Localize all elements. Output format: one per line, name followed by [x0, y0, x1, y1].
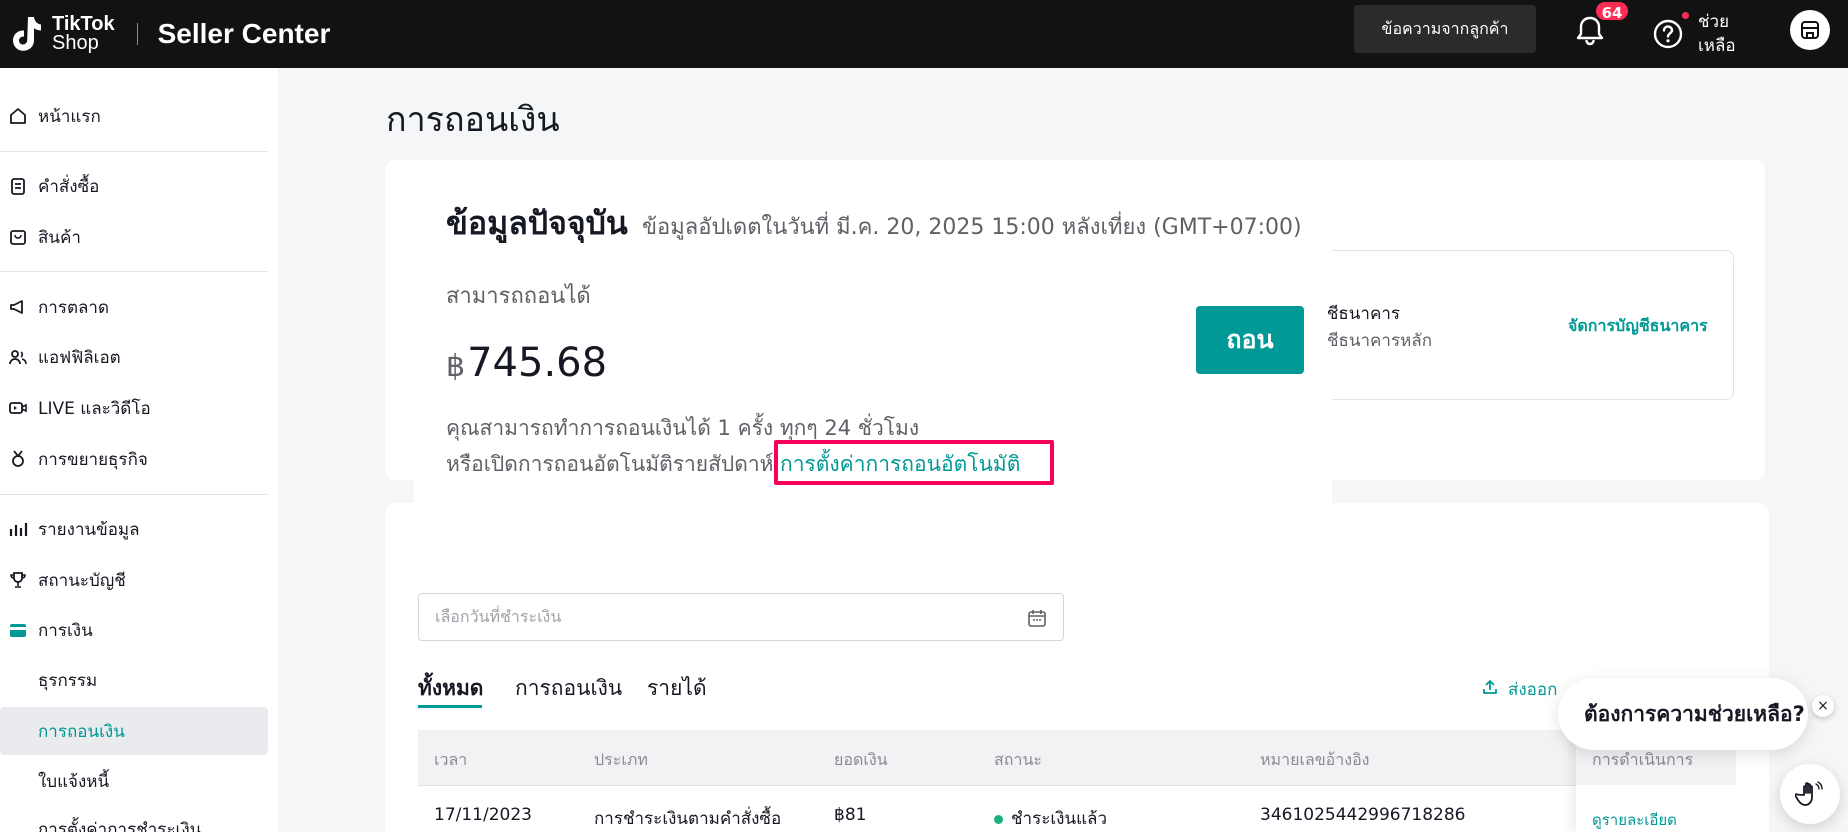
sidebar-item-label: การขยายธุรกิจ: [38, 449, 148, 470]
sidebar-subitem-invoices[interactable]: ใบแจ้งหนี้: [0, 757, 268, 805]
current-info-title: ข้อมูลปัจจุบัน: [446, 204, 628, 242]
tab-all[interactable]: ทั้งหมด: [418, 672, 483, 705]
sidebar-item-live-video[interactable]: LIVE และวิดีโอ: [0, 384, 270, 432]
active-tab-indicator: [418, 705, 482, 708]
question-circle-icon: [1653, 19, 1683, 49]
column-header-reference: หมายเลขอ้างอิง: [1260, 750, 1370, 769]
sidebar-item-finance[interactable]: การเงิน: [0, 606, 270, 654]
amount-value: 745.68: [467, 340, 608, 386]
sidebar-subitem-payment-settings[interactable]: การตั้งค่าการชำระเงิน: [0, 805, 268, 832]
column-header-amount: ยอดเงิน: [834, 750, 888, 769]
help-chat-bubble[interactable]: ต้องการความช่วยเหลือ?: [1558, 678, 1808, 750]
withdraw-button[interactable]: ถอน: [1196, 306, 1304, 374]
status-paid-dot: [994, 814, 1003, 824]
highlight-box: [774, 440, 1054, 485]
page-title: การถอนเงิน: [386, 100, 560, 140]
calendar-icon: [1027, 608, 1047, 632]
sidebar-item-reports[interactable]: รายงานข้อมูล: [0, 505, 270, 553]
status-label: ชำระเงินแล้ว: [1011, 809, 1107, 829]
manage-bank-account-link[interactable]: จัดการบัญชีธนาคาร: [1568, 314, 1708, 339]
tab-income[interactable]: รายได้: [647, 672, 707, 705]
sidebar-divider: [0, 151, 268, 152]
sidebar-item-label: สินค้า: [38, 227, 81, 248]
sidebar-divider: [0, 271, 268, 272]
date-placeholder: เลือกวันที่ชำระเงิน: [435, 606, 562, 626]
wallet-icon: [8, 620, 28, 640]
bar-chart-icon: [8, 519, 28, 539]
sidebar-item-label: คำสั่งซื้อ: [38, 176, 100, 197]
sidebar-item-label: การตลาด: [38, 297, 110, 318]
home-icon: [8, 106, 28, 126]
sidebar-subitem-transactions[interactable]: ธุรกรรม: [0, 656, 268, 704]
customer-messages-button[interactable]: ข้อความจากลูกค้า: [1354, 5, 1536, 53]
sidebar-item-label: LIVE และวิดีโอ: [38, 398, 151, 419]
row-status: ชำระเงินแล้ว: [994, 805, 1107, 832]
clipboard-icon: [8, 176, 28, 196]
available-label: สามารถถอนได้: [446, 284, 591, 309]
video-icon: [8, 398, 28, 418]
tiktok-shop-logo[interactable]: TikTok Shop: [6, 13, 115, 55]
logo-separator: [136, 23, 138, 45]
users-icon: [8, 347, 28, 367]
upload-icon: [1482, 679, 1498, 700]
sidebar-item-label: หน้าแรก: [38, 106, 101, 127]
sidebar-item-label: การเงิน: [38, 620, 93, 641]
column-header-type: ประเภท: [594, 750, 648, 769]
help-label: ช่วยเหลือ: [1698, 12, 1736, 56]
seller-center-title: Seller Center: [157, 18, 331, 49]
notification-count-badge: 64: [1594, 0, 1630, 22]
sidebar-item-label: สถานะบัญชี: [38, 570, 126, 591]
logo-line-2: Shop: [52, 32, 99, 54]
store-avatar-icon[interactable]: [1790, 10, 1830, 50]
row-amount: ฿81: [834, 805, 867, 825]
view-details-link[interactable]: ดูรายละเอียด: [1592, 808, 1677, 832]
sidebar-item-orders[interactable]: คำสั่งซื้อ: [0, 162, 270, 210]
help-menu[interactable]: ช่วยเหลือ: [1652, 10, 1748, 58]
bank-account-title: บัญชีธนาคาร: [1328, 304, 1400, 324]
logo-wordmark: TikTok Shop: [52, 14, 115, 54]
megaphone-icon: [8, 297, 28, 317]
export-label: ส่งออก: [1508, 680, 1558, 700]
sidebar-subitem-withdrawals[interactable]: การถอนเงิน: [0, 707, 268, 755]
currency-symbol: ฿: [446, 349, 466, 384]
row-type: การชำระเงินตามคำสั่งซื้อ: [594, 809, 782, 829]
tiktok-logo-icon: [6, 13, 46, 55]
bank-account-subtitle: บัญชีธนาคารหลัก: [1328, 331, 1432, 351]
column-header-time: เวลา: [434, 750, 468, 769]
export-button[interactable]: ส่งออก: [1482, 676, 1557, 703]
column-header-status: สถานะ: [994, 750, 1042, 769]
sidebar-item-account-health[interactable]: สถานะบัญชี: [0, 556, 270, 604]
row-time: 17/11/2023: [434, 805, 532, 825]
sidebar-divider: [0, 494, 268, 495]
column-header-actions: การดำเนินการ: [1592, 750, 1694, 769]
tab-withdrawals[interactable]: การถอนเงิน: [515, 672, 622, 705]
sidebar-item-home[interactable]: หน้าแรก: [0, 92, 270, 140]
payment-date-picker[interactable]: เลือกวันที่ชำระเงิน: [418, 593, 1064, 641]
sidebar-item-marketing[interactable]: การตลาด: [0, 283, 270, 331]
help-unread-dot: [1682, 12, 1689, 19]
row-reference: 3461025442996718286: [1260, 805, 1466, 825]
medal-icon: [8, 449, 28, 469]
sidebar-item-products[interactable]: สินค้า: [0, 213, 270, 261]
available-amount: ฿745.68: [446, 340, 607, 386]
trophy-icon: [8, 570, 28, 590]
sidebar-item-label: แอฟฟิลิเอต: [38, 347, 121, 368]
sidebar-item-label: รายงานข้อมูล: [38, 519, 140, 540]
table-row-divider: [418, 785, 1736, 786]
close-icon[interactable]: ×: [1812, 695, 1834, 717]
sidebar-item-affiliate[interactable]: แอฟฟิลิเอต: [0, 333, 270, 381]
top-bar: TikTok Shop Seller Center ข้อความจากลูกค…: [0, 0, 1848, 68]
last-updated-text: ข้อมูลอัปเดตในวันที่ มี.ค. 20, 2025 15:0…: [642, 215, 1302, 240]
auto-withdraw-note: หรือเปิดการถอนอัตโนมัติรายสัปดาห์: [446, 452, 774, 476]
sidebar-item-growth[interactable]: การขยายธุรกิจ: [0, 435, 270, 483]
box-icon: [8, 227, 28, 247]
waving-hand-icon[interactable]: [1780, 764, 1840, 824]
